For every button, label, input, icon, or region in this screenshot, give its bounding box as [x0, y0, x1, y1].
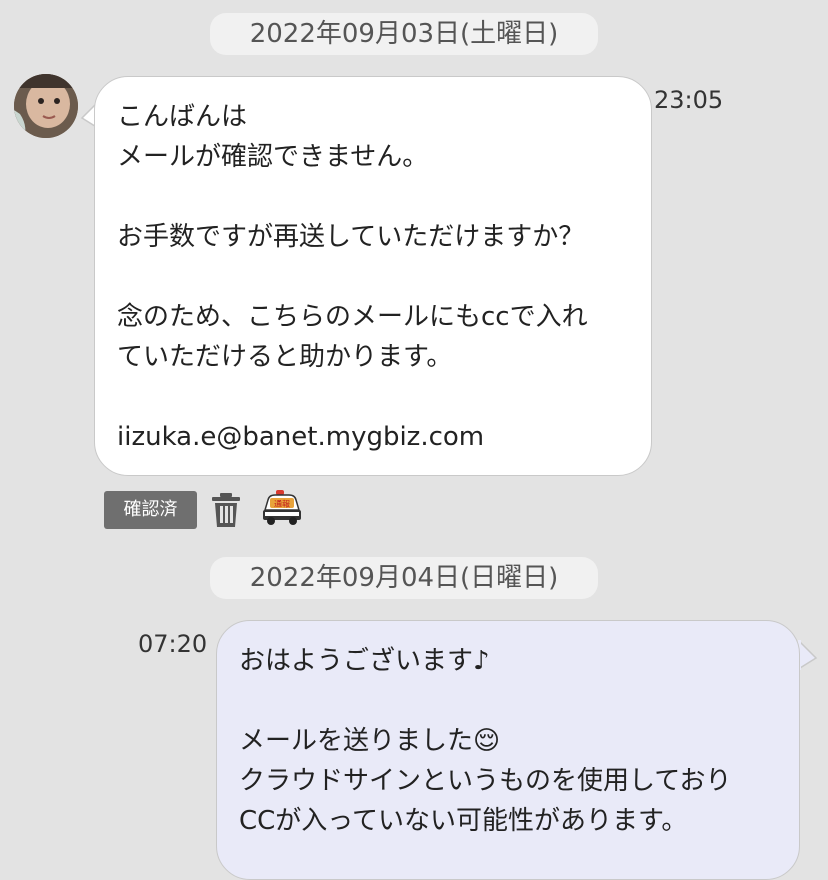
message-timestamp: 07:20	[138, 630, 208, 658]
read-badge[interactable]: 確認済	[104, 491, 197, 529]
bubble-tail	[798, 640, 818, 670]
message-timestamp: 23:05	[654, 86, 724, 114]
trash-icon[interactable]	[211, 492, 241, 528]
outgoing-message-bubble[interactable]: おはようございます♪ メールを送りました😌 クラウドサインというものを使用してお…	[216, 620, 800, 880]
avatar-image	[14, 74, 78, 138]
incoming-message-bubble[interactable]: こんばんは メールが確認できません。 お手数ですが再送していただけますか？ 念の…	[94, 76, 652, 476]
date-separator: 2022年09月04日(日曜日)	[210, 557, 598, 599]
report-label: 通報	[274, 499, 290, 509]
date-separator: 2022年09月03日(土曜日)	[210, 13, 598, 55]
police-car-icon[interactable]: 通報	[261, 490, 303, 526]
avatar[interactable]	[14, 74, 78, 138]
